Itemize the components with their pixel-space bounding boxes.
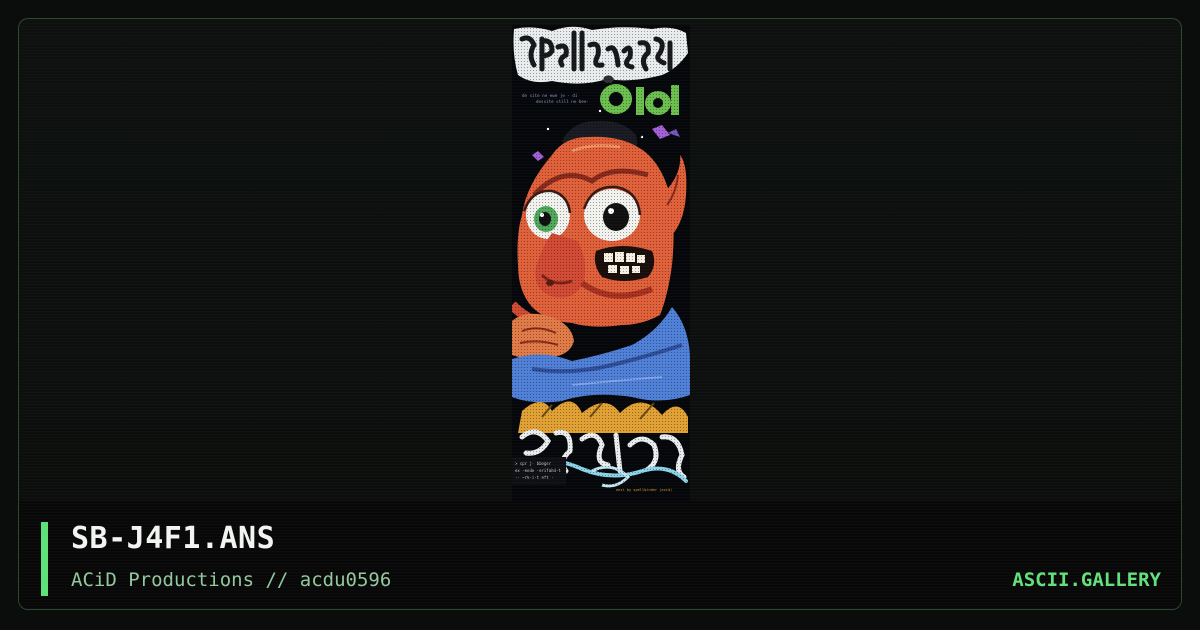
preview-card: de site ne ewe je · di dessite still ne … xyxy=(18,18,1182,610)
ansi-artwork-image: de site ne ewe je · di dessite still ne … xyxy=(512,25,690,501)
info-footer: SB-J4F1.ANS ACiD Productions // acdu0596… xyxy=(19,501,1181,609)
accent-bar xyxy=(41,522,48,596)
file-subtitle: ACiD Productions // acdu0596 xyxy=(71,569,392,591)
ansi-artwork-preview[interactable]: de site ne ewe je · di dessite still ne … xyxy=(512,25,690,501)
file-title: SB-J4F1.ANS xyxy=(71,521,276,556)
site-link[interactable]: ASCII.GALLERY xyxy=(1012,569,1161,591)
